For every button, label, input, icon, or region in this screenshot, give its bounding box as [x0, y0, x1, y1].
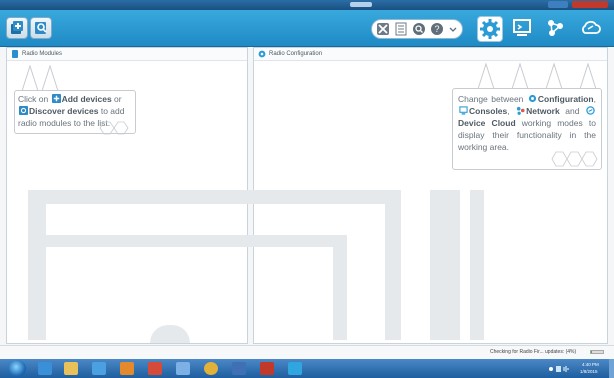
network-icon [548, 20, 563, 36]
watermark-shape [28, 190, 46, 340]
callout-pointer [477, 62, 597, 90]
clock-time[interactable]: 4:40 PM [582, 362, 599, 368]
word-icon[interactable] [232, 362, 246, 375]
dropdown-arrow-icon[interactable] [448, 22, 458, 36]
system-tray-icons[interactable] [548, 365, 572, 373]
watermark-shape [333, 235, 347, 340]
discover-device-icon [19, 106, 28, 115]
app-icon[interactable] [148, 362, 162, 375]
hint-text: or [111, 94, 122, 104]
update-progress-fill [591, 351, 592, 353]
watermark-shape [430, 190, 460, 340]
windows-taskbar: 4:40 PM 1/8/2015 [0, 359, 614, 378]
watermark-shape [38, 235, 338, 247]
hint-text: , [593, 94, 596, 104]
watermark-shape [385, 190, 401, 340]
chrome-icon[interactable] [204, 362, 218, 375]
network-mode-button[interactable] [543, 16, 569, 42]
consoles-link: Consoles [469, 106, 508, 116]
update-progress-bar [590, 350, 604, 354]
app-icon[interactable] [260, 362, 274, 375]
device-cloud-icon [582, 20, 601, 34]
clock-date[interactable]: 1/8/2015 [580, 369, 598, 375]
hexagon-decoration [99, 121, 129, 135]
configuration-mode-button[interactable] [477, 16, 503, 42]
radio-configuration-title: Radio Configuration [269, 51, 323, 57]
add-device-icon [51, 94, 61, 103]
radio-module-icon [12, 50, 18, 58]
callout-pointer [21, 64, 59, 92]
configuration-icon [480, 19, 500, 39]
add-device-icon [11, 21, 23, 34]
device-cloud-icon [586, 106, 595, 115]
search-icon[interactable] [412, 22, 426, 36]
watermark-shape [470, 190, 484, 340]
media-player-icon[interactable] [92, 362, 106, 375]
xctu-icon[interactable] [288, 362, 302, 375]
close-button[interactable] [572, 1, 608, 8]
app-icon[interactable] [176, 362, 190, 375]
network-icon [517, 106, 525, 115]
consoles-icon [513, 19, 531, 36]
hint-text: , [507, 106, 516, 116]
title-highlight [350, 2, 372, 7]
help-icon[interactable]: ? [430, 22, 444, 36]
console-log-icon[interactable] [394, 22, 408, 36]
radio-modules-title: Radio Modules [22, 51, 63, 57]
radio-modules-header: Radio Modules [7, 48, 247, 61]
hint-text: and [559, 106, 585, 116]
status-bar: Checking for Radio Fir... updates: (4%) [0, 345, 614, 359]
add-devices-link: Add devices [61, 94, 112, 104]
hint-text: Click on [18, 94, 51, 104]
app-icon[interactable] [120, 362, 134, 375]
consoles-mode-button[interactable] [510, 16, 536, 42]
show-desktop-button[interactable] [609, 359, 614, 378]
window-title-bar [0, 0, 614, 10]
discover-devices-link: Discover devices [29, 106, 99, 116]
radio-configuration-header: Radio Configuration [254, 48, 607, 61]
hint-text: Change between [458, 94, 527, 104]
watermark-shape [28, 190, 398, 204]
configuration-small-icon [258, 50, 266, 58]
discover-devices-button[interactable] [30, 17, 52, 39]
device-cloud-link: Device Cloud [458, 118, 516, 128]
discover-device-icon [35, 22, 47, 34]
network-link: Network [526, 106, 560, 116]
tools-group: ? [371, 19, 463, 39]
main-toolbar: ? [0, 10, 614, 47]
update-status-text: Checking for Radio Fir... updates: (4%) [490, 349, 577, 355]
minimize-button[interactable] [548, 1, 568, 8]
start-button[interactable] [8, 360, 26, 377]
configuration-link: Configuration [537, 94, 594, 104]
consoles-icon [459, 106, 468, 115]
internet-explorer-icon[interactable] [38, 362, 52, 375]
svg-text:?: ? [434, 24, 439, 34]
hexagon-decoration [551, 151, 598, 167]
tools-icon[interactable] [376, 22, 390, 36]
add-devices-button[interactable] [6, 17, 28, 39]
configuration-icon [528, 94, 537, 103]
device-cloud-mode-button[interactable] [578, 16, 604, 42]
file-explorer-icon[interactable] [64, 362, 78, 375]
